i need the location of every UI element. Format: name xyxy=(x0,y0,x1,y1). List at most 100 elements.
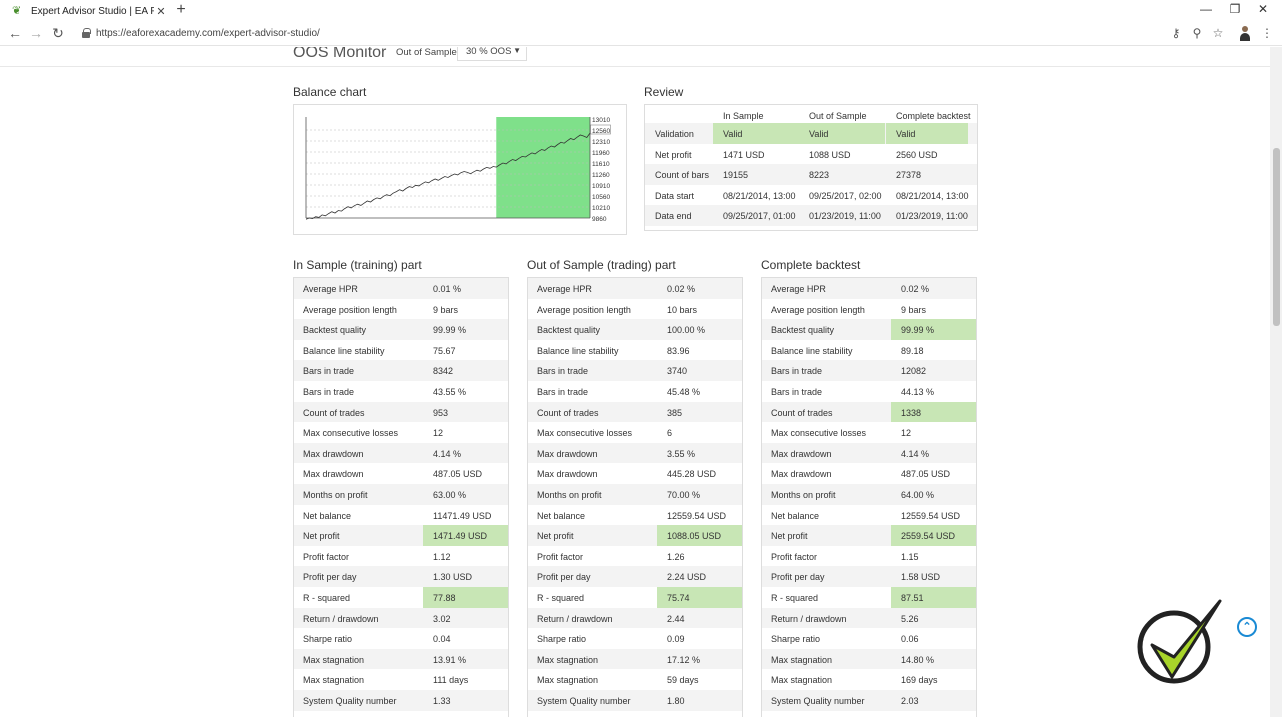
stat-value: 0.02 % xyxy=(667,284,696,294)
chevron-up-icon[interactable]: ⌃ xyxy=(1237,617,1257,637)
restore-icon[interactable]: ❐ xyxy=(1225,2,1245,16)
review-cell: 8223 xyxy=(809,170,830,181)
arrow-left-icon[interactable]: ← xyxy=(6,25,24,41)
arrow-right-icon[interactable]: → xyxy=(27,25,45,41)
stat-row: Net profit 2559.54 USD xyxy=(762,525,976,546)
stat-label: Months on profit xyxy=(303,490,368,500)
stat-row: Balance line stability 75.67 xyxy=(294,340,508,361)
stat-label: Max drawdown xyxy=(303,448,364,459)
zoom-icon[interactable]: ⚲ xyxy=(1189,26,1205,40)
stat-value: 1.58 USD xyxy=(901,572,941,583)
stat-value: 83.96 xyxy=(667,345,690,356)
tab-title: Expert Advisor Studio | EA Forex xyxy=(31,5,154,17)
close-tab-icon[interactable]: ✕ xyxy=(154,5,168,18)
review-cell: 27378 xyxy=(896,170,922,181)
stat-value: 3.02 xyxy=(433,613,451,624)
y-tick-label: 12310 xyxy=(592,139,610,146)
stat-row: Bars in trade 45.48 % xyxy=(528,381,742,402)
stat-row: Months on profit 70.00 % xyxy=(528,484,742,505)
stat-value: 75.67 xyxy=(433,345,456,356)
stat-row: Max drawdown 3.55 % xyxy=(528,442,742,464)
stat-value: 2.24 USD xyxy=(667,572,707,583)
stat-value: 0.04 xyxy=(433,634,451,645)
browser-tab[interactable]: ❦ Expert Advisor Studio | EA Forex ✕ xyxy=(0,0,168,22)
stat-row: Return / drawdown 2.44 xyxy=(528,607,742,629)
stat-value: 6 xyxy=(667,428,673,439)
stat-label: Profit factor xyxy=(537,551,584,562)
stat-label: Bars in trade xyxy=(771,387,823,397)
oos-monitor-title: OOS Monitor xyxy=(293,47,387,61)
stat-label: Max stagnation xyxy=(537,675,599,686)
reload-icon[interactable]: ↻ xyxy=(49,25,67,42)
stat-row: Max drawdown 4.14 % xyxy=(294,442,508,464)
stat-label: Profit factor xyxy=(771,551,818,562)
stat-row: Sharpe ratio 0.04 xyxy=(294,628,508,649)
review-row: Count of bars 19155 8223 27378 xyxy=(645,164,977,185)
stat-label: Net profit xyxy=(303,531,340,542)
stat-row: Backtest quality 100.00 % xyxy=(528,319,742,340)
stat-label: Max drawdown xyxy=(771,448,832,459)
stat-label: Max stagnation xyxy=(771,675,833,686)
stat-row: Months on profit 63.00 % xyxy=(294,484,508,505)
minimize-icon[interactable]: — xyxy=(1196,2,1216,16)
stat-label: Count of trades xyxy=(303,407,365,418)
y-tick-label: 9860 xyxy=(592,216,607,223)
oos-percentage-select[interactable]: 30 % OOS ▼ xyxy=(457,47,527,61)
stat-value: 14.80 % xyxy=(901,654,935,665)
stat-value: 1.30 USD xyxy=(433,572,473,583)
stat-row: Count of trades 1338 xyxy=(762,401,976,423)
stat-value: 0.06 xyxy=(901,634,919,645)
stat-label: Net balance xyxy=(303,510,352,521)
stat-value: 59 days xyxy=(667,675,699,686)
stat-value: 12082 xyxy=(901,366,927,377)
lock-icon xyxy=(82,28,91,38)
stat-label: Max consecutive losses xyxy=(303,428,399,439)
profile-avatar-icon[interactable] xyxy=(1238,25,1252,41)
stat-row: Bars in trade 12082 xyxy=(762,360,976,381)
new-tab-button[interactable]: + xyxy=(174,1,188,19)
stat-label: Net profit xyxy=(537,531,574,542)
stat-row: System Quality number 1.80 xyxy=(528,690,742,711)
star-icon[interactable]: ☆ xyxy=(1210,26,1226,40)
review-row-label: Validation xyxy=(655,129,694,139)
stat-label: Max stagnation xyxy=(303,654,365,665)
review-cell: 08/21/2014, 13:00 xyxy=(896,190,969,201)
y-tick-label: 10560 xyxy=(592,194,610,201)
stat-row: R - squared 77.88 xyxy=(294,587,508,608)
stat-row: Sharpe ratio 0.09 xyxy=(528,628,742,649)
stat-row: Max stagnation 111 days xyxy=(294,669,508,690)
stat-row: Months on profit 64.00 % xyxy=(762,484,976,505)
review-row: Data end 09/25/2017, 01:00 01/23/2019, 11:… xyxy=(645,205,977,226)
address-bar[interactable]: https://eaforexacademy.com/expert-adviso… xyxy=(96,28,320,39)
scrollbar-thumb[interactable] xyxy=(1273,148,1280,326)
stat-value: 1471.49 USD xyxy=(423,525,508,546)
menu-dots-icon[interactable]: ⋮ xyxy=(1259,26,1275,40)
stat-value: 10 bars xyxy=(667,304,698,315)
stat-row: Net profit 1471.49 USD xyxy=(294,525,508,546)
review-cell: 1088 USD xyxy=(809,149,851,160)
stat-row: Count of trades 385 xyxy=(528,401,742,423)
stat-row: System Quality number 1.33 xyxy=(294,690,508,711)
stat-value: 12 xyxy=(901,428,912,439)
oos-select-label: Out of Sample xyxy=(396,47,457,58)
stat-value: 385 xyxy=(667,407,683,418)
stat-value: 11471.49 USD xyxy=(433,510,492,521)
stat-value: 64.00 % xyxy=(901,490,935,500)
out-of-sample-title: Out of Sample (trading) part xyxy=(527,258,676,272)
stat-row: Balance line stability 83.96 xyxy=(528,340,742,361)
review-cell: Valid xyxy=(713,123,799,144)
key-icon[interactable]: ⚷ xyxy=(1168,26,1184,40)
stat-row: Bars in trade 8342 xyxy=(294,360,508,381)
stat-label: R - squared xyxy=(537,593,585,603)
stat-row: Max consecutive losses 12 xyxy=(294,422,508,443)
stat-value: 487.05 USD xyxy=(901,469,951,480)
stat-value: 2559.54 USD xyxy=(891,525,976,546)
stat-value: 12 xyxy=(433,428,444,439)
stat-value: 3.55 % xyxy=(667,448,696,459)
close-window-icon[interactable]: ✕ xyxy=(1253,2,1273,16)
stat-label: Bars in trade xyxy=(303,387,355,397)
stat-label: Average position length xyxy=(303,304,397,315)
stat-label: System Quality number xyxy=(771,696,865,706)
stat-row: Backtest quality 99.99 % xyxy=(294,319,508,340)
stat-value: 1.80 xyxy=(667,696,685,706)
